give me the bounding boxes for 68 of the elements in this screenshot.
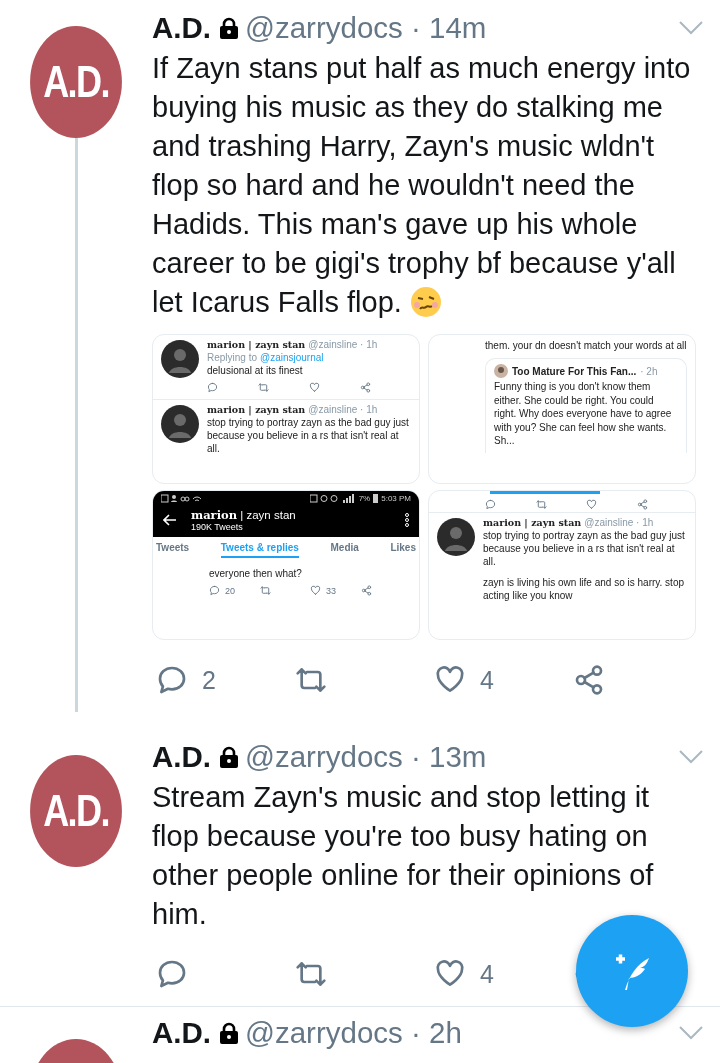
reply-icon[interactable] xyxy=(156,664,188,696)
avatar xyxy=(161,405,199,443)
quoted-tweet[interactable]: Too Mature For This Fan... · 2h Funny thing is you don't know them either. She could be right. You could right. Why does everyone have to agree with you? She can feel how she wants. Sh... xyxy=(485,358,687,453)
avatar[interactable]: A.D. xyxy=(30,26,122,138)
share-icon[interactable] xyxy=(573,664,605,696)
user-handle: @zarrydocs · 13m xyxy=(245,740,487,774)
reply-icon[interactable] xyxy=(207,382,218,393)
reply-icon[interactable] xyxy=(485,499,496,510)
retweet-icon[interactable] xyxy=(258,382,269,393)
reply-count: 20 xyxy=(225,585,235,596)
tweet-count: 190K Tweets xyxy=(191,522,244,532)
tweet-text: delusional at its finest xyxy=(207,364,304,377)
profile-name: marion | zayn stan xyxy=(191,508,297,522)
user-handle: @zarrydocs · 2h xyxy=(245,1016,462,1050)
avatar xyxy=(161,340,199,378)
battery-level: 7% xyxy=(358,494,371,503)
user-name[interactable]: A.D. xyxy=(152,1016,211,1050)
tweet-text: everyone then what? xyxy=(209,567,303,580)
reply-icon[interactable] xyxy=(209,585,220,596)
avatar xyxy=(494,364,508,378)
retweet-icon[interactable] xyxy=(259,585,271,596)
reply-label: Replying to xyxy=(207,351,258,364)
reply-count: 2 xyxy=(202,665,216,695)
share-icon[interactable] xyxy=(360,382,371,393)
user-name: Too Mature For This Fan... xyxy=(512,365,637,377)
more-icon[interactable] xyxy=(405,513,409,527)
heart-icon[interactable] xyxy=(309,382,320,393)
tweet-text: zayn is living his own life and so is harry. stop acting like you know xyxy=(483,576,685,602)
mention-link[interactable]: @zainsjournal xyxy=(260,351,324,364)
chevron-down-icon[interactable] xyxy=(678,1025,704,1041)
like-count: 4 xyxy=(480,665,494,695)
tweet-text: If Zayn stans put half as much energy into buying his music as they do stalking me and trashing Harry, Zayn's music wldn't flop so hard and he wouldn't need the Hadids. This man's gave up his whole career to be gigi's trophy bf because y'all let Icarus Falls flop. xyxy=(152,51,692,320)
avatar xyxy=(437,518,475,556)
user-handle: @zainsline · 1h xyxy=(584,516,654,529)
tweet-text: them. your dn doesn't match your words at all xyxy=(485,339,687,353)
tweet-time: · 2h xyxy=(640,365,658,377)
tweet-text: Stream Zayn's music and stop letting it flop because you're too busy hating on other people online for their opinions of him. xyxy=(152,780,655,932)
avatar[interactable]: A.D. xyxy=(30,755,122,867)
user-handle: @zainsline · 1h xyxy=(308,338,378,351)
chevron-down-icon[interactable] xyxy=(678,20,704,36)
profile-tab[interactable]: Media xyxy=(330,542,359,558)
profile-tab[interactable]: Likes xyxy=(390,542,416,558)
tweet-text: Funny thing is you don't know them either. She could be right. You could right. Why does everyone have to agree with you? She can feel how she wants. Sh... xyxy=(494,380,673,448)
compose-button[interactable] xyxy=(576,915,688,1027)
profile-tab[interactable]: Tweets & replies xyxy=(220,542,299,558)
heart-icon[interactable] xyxy=(586,499,597,510)
tweet-text: stop trying to portray zayn as the bad guy just because you believe in a rs that isn't real at all. xyxy=(483,529,686,568)
user-name: marion | zayn stan xyxy=(483,516,582,529)
profile-tab[interactable]: Tweets xyxy=(156,542,190,558)
user-handle: @zarrydocs · 14m xyxy=(245,11,487,45)
reply-icon[interactable] xyxy=(156,958,188,990)
like-count: 4 xyxy=(480,959,494,989)
user-name[interactable]: A.D. xyxy=(152,740,211,774)
user-name[interactable]: A.D. xyxy=(152,11,211,45)
battery-icon xyxy=(373,494,379,503)
heart-icon[interactable] xyxy=(310,585,321,596)
user-name: marion | zayn stan xyxy=(207,338,306,351)
clock: 5:03 PM xyxy=(381,494,411,503)
retweet-icon[interactable] xyxy=(535,499,547,510)
tweet-text: stop trying to portray zayn as the bad guy just because you believe in a rs that isn't real at all. xyxy=(207,416,410,455)
share-icon[interactable] xyxy=(360,585,372,596)
status-icons xyxy=(309,494,356,503)
share-icon[interactable] xyxy=(636,499,648,510)
user-name: marion | zayn stan xyxy=(207,403,306,416)
like-count: 33 xyxy=(326,585,336,596)
user-handle: @zainsline · 1h xyxy=(308,403,378,416)
chevron-down-icon[interactable] xyxy=(678,749,704,765)
back-icon[interactable] xyxy=(163,514,177,526)
